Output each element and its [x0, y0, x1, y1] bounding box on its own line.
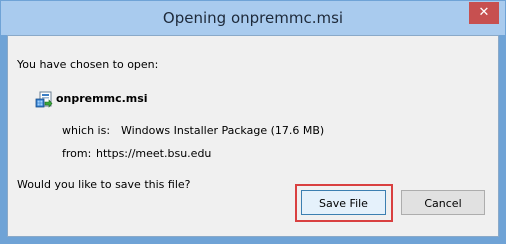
save-question: Would you like to save this file?: [17, 178, 191, 191]
file-type-value: Windows Installer Package (17.6 MB): [121, 124, 325, 137]
cancel-button[interactable]: Cancel: [401, 190, 485, 215]
from-label: from:: [62, 147, 92, 160]
save-file-button[interactable]: Save File: [301, 190, 386, 215]
intro-text: You have chosen to open:: [17, 58, 159, 71]
close-icon: ✕: [478, 5, 490, 20]
msi-installer-icon: [35, 91, 53, 108]
window-title: Opening onpremmc.msi: [162, 9, 344, 27]
source-url-value: https://meet.bsu.edu: [96, 147, 212, 160]
download-dialog-window: Opening onpremmc.msi ✕ You have chosen t…: [0, 0, 506, 244]
title-bar[interactable]: Opening onpremmc.msi ✕: [1, 1, 505, 35]
close-button[interactable]: ✕: [469, 2, 499, 24]
file-name: onpremmc.msi: [56, 92, 148, 105]
which-is-label: which is:: [62, 124, 111, 137]
